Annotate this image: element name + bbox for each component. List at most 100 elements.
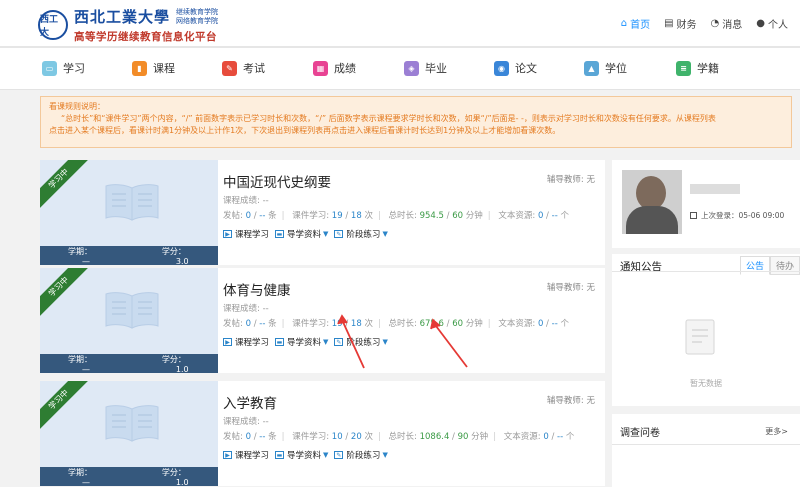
main-nav-graduation[interactable]: ◈ 毕业 <box>404 60 447 76</box>
wallet-icon: ▤ <box>664 18 674 29</box>
survey-panel: 调查问卷 更多> <box>612 414 800 487</box>
last-login: 上次登录：05-06 09:00 <box>690 210 784 221</box>
chevron-down-icon: ▼ <box>323 338 329 346</box>
main-nav-paper[interactable]: ◉ 论文 <box>494 60 537 76</box>
guide-materials-dropdown[interactable]: ▬ 导学资料 ▼ <box>275 449 328 461</box>
notice-line-2: 点击进入某个课程后，看课计时满1分钟及以上计作1次，下次退出到课程列表再点击进入… <box>49 126 561 135</box>
course-thumbnail[interactable]: 学习中 学期：— 学分：1.0 <box>40 268 218 373</box>
book-icon <box>105 292 159 329</box>
checkbox-icon <box>690 212 697 219</box>
course-title[interactable]: 体育与健康 <box>223 279 291 299</box>
paper-icon: ◉ <box>494 60 509 76</box>
resources-required: -- <box>557 432 564 442</box>
survey-more-link[interactable]: 更多> <box>765 426 788 437</box>
posts-required: -- <box>259 432 266 442</box>
chevron-down-icon: ▼ <box>382 451 388 459</box>
course-meta-bar: 学期：— 学分：1.0 <box>40 354 218 373</box>
top-nav-finance[interactable]: ▤ 财务 <box>664 16 696 31</box>
course-score: 课程成绩: -- <box>223 196 269 206</box>
course-stats: 发帖: 0 / -- 条 | 课件学习: 10 / 20 次 | 总时长: 1086… <box>223 432 575 442</box>
chevron-down-icon: ▼ <box>382 338 388 346</box>
empty-document-icon <box>685 319 715 355</box>
time-required: 60 <box>452 211 464 221</box>
stage-practice-dropdown[interactable]: ✎ 阶段练习 ▼ <box>334 336 388 348</box>
course-thumbnail[interactable]: 学习中 学期：— 学分：3.0 <box>40 160 218 265</box>
main-nav-registry[interactable]: ≡ 学籍 <box>676 60 719 76</box>
course-credit: 1.0 <box>175 477 189 487</box>
notice-title: 看课规则说明： <box>49 102 105 111</box>
course-title[interactable]: 入学教育 <box>223 392 277 412</box>
resources-done: 0 <box>537 211 544 221</box>
empty-state-text: 暂无数据 <box>690 379 722 388</box>
course-tutor: 辅导教师: 无 <box>546 396 595 406</box>
course-learn-button[interactable]: ▶ 课程学习 <box>223 228 269 240</box>
courseware-required: 18 <box>350 319 362 329</box>
course-actions: ▶ 课程学习 ▬ 导学资料 ▼ ✎ 阶段练习 ▼ <box>223 228 394 240</box>
course-learn-button[interactable]: ▶ 课程学习 <box>223 336 269 348</box>
chevron-down-icon: ▼ <box>323 451 329 459</box>
course-tutor: 辅导教师: 无 <box>546 283 595 293</box>
main-nav-course[interactable]: ▮ 课程 <box>132 60 175 76</box>
stage-practice-dropdown[interactable]: ✎ 阶段练习 ▼ <box>334 449 388 461</box>
chevron-down-icon: ▼ <box>323 230 329 238</box>
courseware-done: 19 <box>331 319 343 329</box>
course-actions: ▶ 课程学习 ▬ 导学资料 ▼ ✎ 阶段练习 ▼ <box>223 336 394 348</box>
top-nav-messages[interactable]: ◔ 消息 <box>711 16 743 31</box>
tab-todo[interactable]: 待办 <box>769 256 800 275</box>
play-icon: ▶ <box>223 338 232 346</box>
university-name: 西北工業大學 <box>74 8 171 26</box>
edit-icon: ✎ <box>334 230 344 238</box>
course-score: 课程成绩: -- <box>223 417 269 427</box>
announcement-tabs: 公告 待办 <box>739 256 800 275</box>
study-icon: ▭ <box>42 60 57 76</box>
guide-materials-dropdown[interactable]: ▬ 导学资料 ▼ <box>275 228 328 240</box>
course-score: 课程成绩: -- <box>223 304 269 314</box>
courseware-done: 10 <box>331 432 343 442</box>
course-learn-button[interactable]: ▶ 课程学习 <box>223 449 269 461</box>
course-thumbnail[interactable]: 学习中 学期：— 学分：1.0 <box>40 381 218 486</box>
user-card: 上次登录：05-06 09:00 <box>612 160 800 248</box>
stage-practice-dropdown[interactable]: ✎ 阶段练习 ▼ <box>334 228 388 240</box>
main-nav-exam[interactable]: ✎ 考试 <box>222 60 265 76</box>
top-header: 西工大 西北工業大學 继续教育学院 网络教育学院 高等学历继续教育信息化平台 ⌂… <box>0 0 800 46</box>
top-nav-home[interactable]: ⌂ 首页 <box>621 16 650 31</box>
college-name-1: 继续教育学院 <box>176 7 219 16</box>
top-nav: ⌂ 首页 ▤ 财务 ◔ 消息 ● 个人 <box>607 16 788 31</box>
course-title[interactable]: 中国近现代史纲要 <box>223 171 331 191</box>
tab-announcements[interactable]: 公告 <box>739 256 770 275</box>
course-term: — <box>82 256 90 266</box>
main-nav-grade[interactable]: ▦ 成绩 <box>313 60 356 76</box>
folder-icon: ▬ <box>275 338 285 346</box>
avatar[interactable] <box>622 170 682 234</box>
resources-required: -- <box>551 211 558 221</box>
top-nav-profile[interactable]: ● 个人 <box>756 16 788 31</box>
edit-icon: ✎ <box>334 451 344 459</box>
time-done: 954.5 <box>419 211 444 221</box>
time-required: 60 <box>452 319 464 329</box>
course-stats: 发帖: 0 / -- 条 | 课件学习: 19 / 18 次 | 总时长: 675.… <box>223 319 569 329</box>
guide-materials-dropdown[interactable]: ▬ 导学资料 ▼ <box>275 336 328 348</box>
resources-required: -- <box>551 319 558 329</box>
course-stats: 发帖: 0 / -- 条 | 课件学习: 19 / 18 次 | 总时长: 954.… <box>223 211 569 221</box>
survey-title: 调查问卷 <box>620 428 660 439</box>
course-actions: ▶ 课程学习 ▬ 导学资料 ▼ ✎ 阶段练习 ▼ <box>223 449 394 461</box>
posts-done: 0 <box>245 319 251 329</box>
time-done: 1086.4 <box>419 432 450 442</box>
bell-icon: ◔ <box>710 18 720 29</box>
course-term: — <box>82 477 90 487</box>
book-icon <box>105 184 159 221</box>
time-required: 90 <box>457 432 469 442</box>
courseware-required: 20 <box>350 432 362 442</box>
posts-required: -- <box>259 319 266 329</box>
course-card: 学习中 学期：— 学分：1.0 体育与健康 辅导教师: 无 课程成绩: -- 发… <box>40 268 605 373</box>
chevron-down-icon: ▼ <box>382 230 388 238</box>
site-logo[interactable]: 西工大 西北工業大學 继续教育学院 网络教育学院 高等学历继续教育信息化平台 <box>38 6 218 44</box>
posts-done: 0 <box>245 432 251 442</box>
main-nav-study[interactable]: ▭ 学习 <box>42 60 85 76</box>
edit-icon: ✎ <box>334 338 344 346</box>
course-term: — <box>82 364 90 374</box>
graduation-icon: ◈ <box>404 60 419 76</box>
main-nav: ▭ 学习 ▮ 课程 ✎ 考试 ▦ 成绩 ◈ 毕业 ◉ 论文 ▲ 学位 ≡ 学籍 <box>0 48 800 90</box>
announcement-panel: 通知公告 公告 待办 暂无数据 <box>612 254 800 406</box>
main-nav-degree[interactable]: ▲ 学位 <box>584 60 627 76</box>
